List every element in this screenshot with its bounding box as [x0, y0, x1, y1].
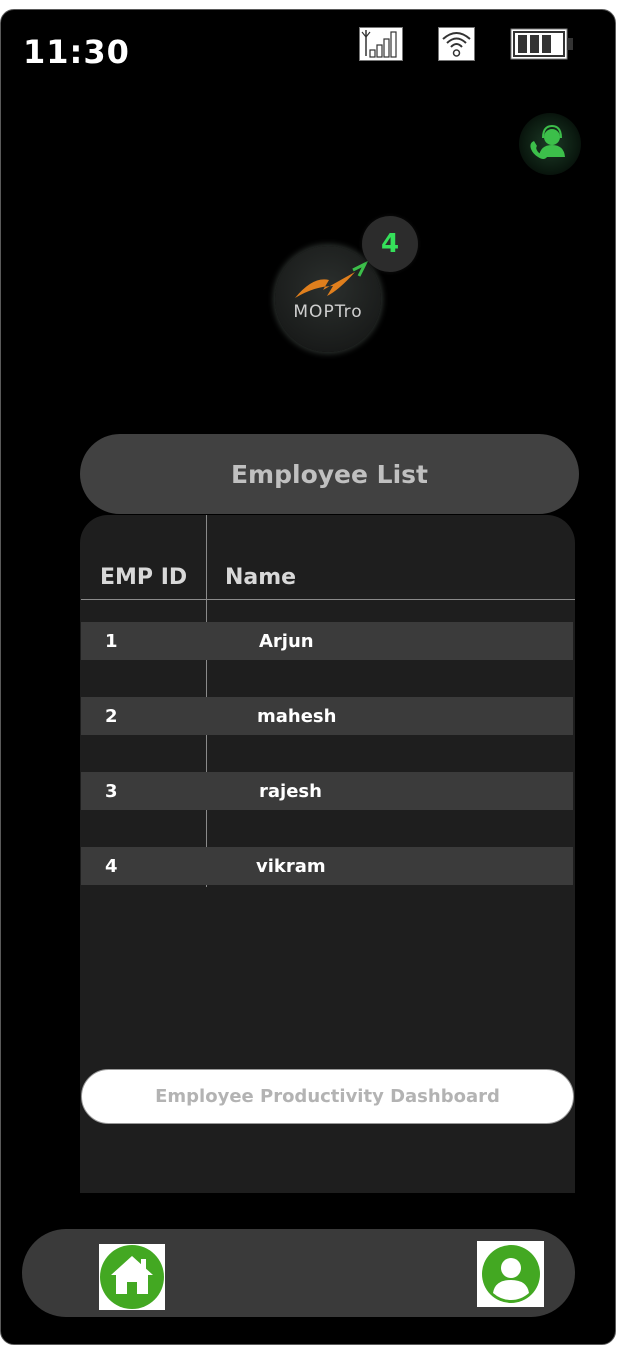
cell-emp-id: 4	[105, 856, 118, 877]
cell-emp-id: 3	[105, 781, 118, 802]
logo-text: MOPTro	[293, 302, 363, 322]
employee-list-title: Employee List	[80, 434, 579, 514]
table-row[interactable]: 3 rajesh	[81, 772, 573, 810]
customer-support-icon[interactable]	[519, 113, 581, 175]
cell-name: rajesh	[259, 781, 322, 802]
status-time: 11:30	[23, 33, 130, 71]
battery-icon	[510, 27, 574, 61]
header-divider	[81, 599, 575, 600]
cell-name: mahesh	[257, 706, 337, 727]
home-icon	[100, 1245, 164, 1309]
notification-badge[interactable]: 4	[362, 216, 418, 272]
home-button[interactable]	[99, 1244, 165, 1310]
app-logo: MOPTro	[275, 246, 381, 352]
cell-emp-id: 2	[105, 706, 118, 727]
table-row[interactable]: 2 mahesh	[81, 697, 573, 735]
productivity-dashboard-button[interactable]: Employee Productivity Dashboard	[81, 1069, 574, 1124]
cell-name: Arjun	[259, 631, 314, 652]
cell-name: vikram	[256, 856, 326, 877]
column-header-emp-id: EMP ID	[100, 565, 188, 590]
signal-icon	[359, 27, 403, 61]
cell-emp-id: 1	[105, 631, 118, 652]
table-row[interactable]: 1 Arjun	[81, 622, 573, 660]
wifi-icon	[438, 27, 475, 61]
table-row[interactable]: 4 vikram	[81, 847, 573, 885]
phone-screen: 11:30 MOPTro 4 Employee List EMP ID Name…	[0, 9, 616, 1345]
column-header-name: Name	[225, 565, 297, 590]
profile-icon	[481, 1245, 540, 1303]
profile-button[interactable]	[477, 1241, 544, 1307]
